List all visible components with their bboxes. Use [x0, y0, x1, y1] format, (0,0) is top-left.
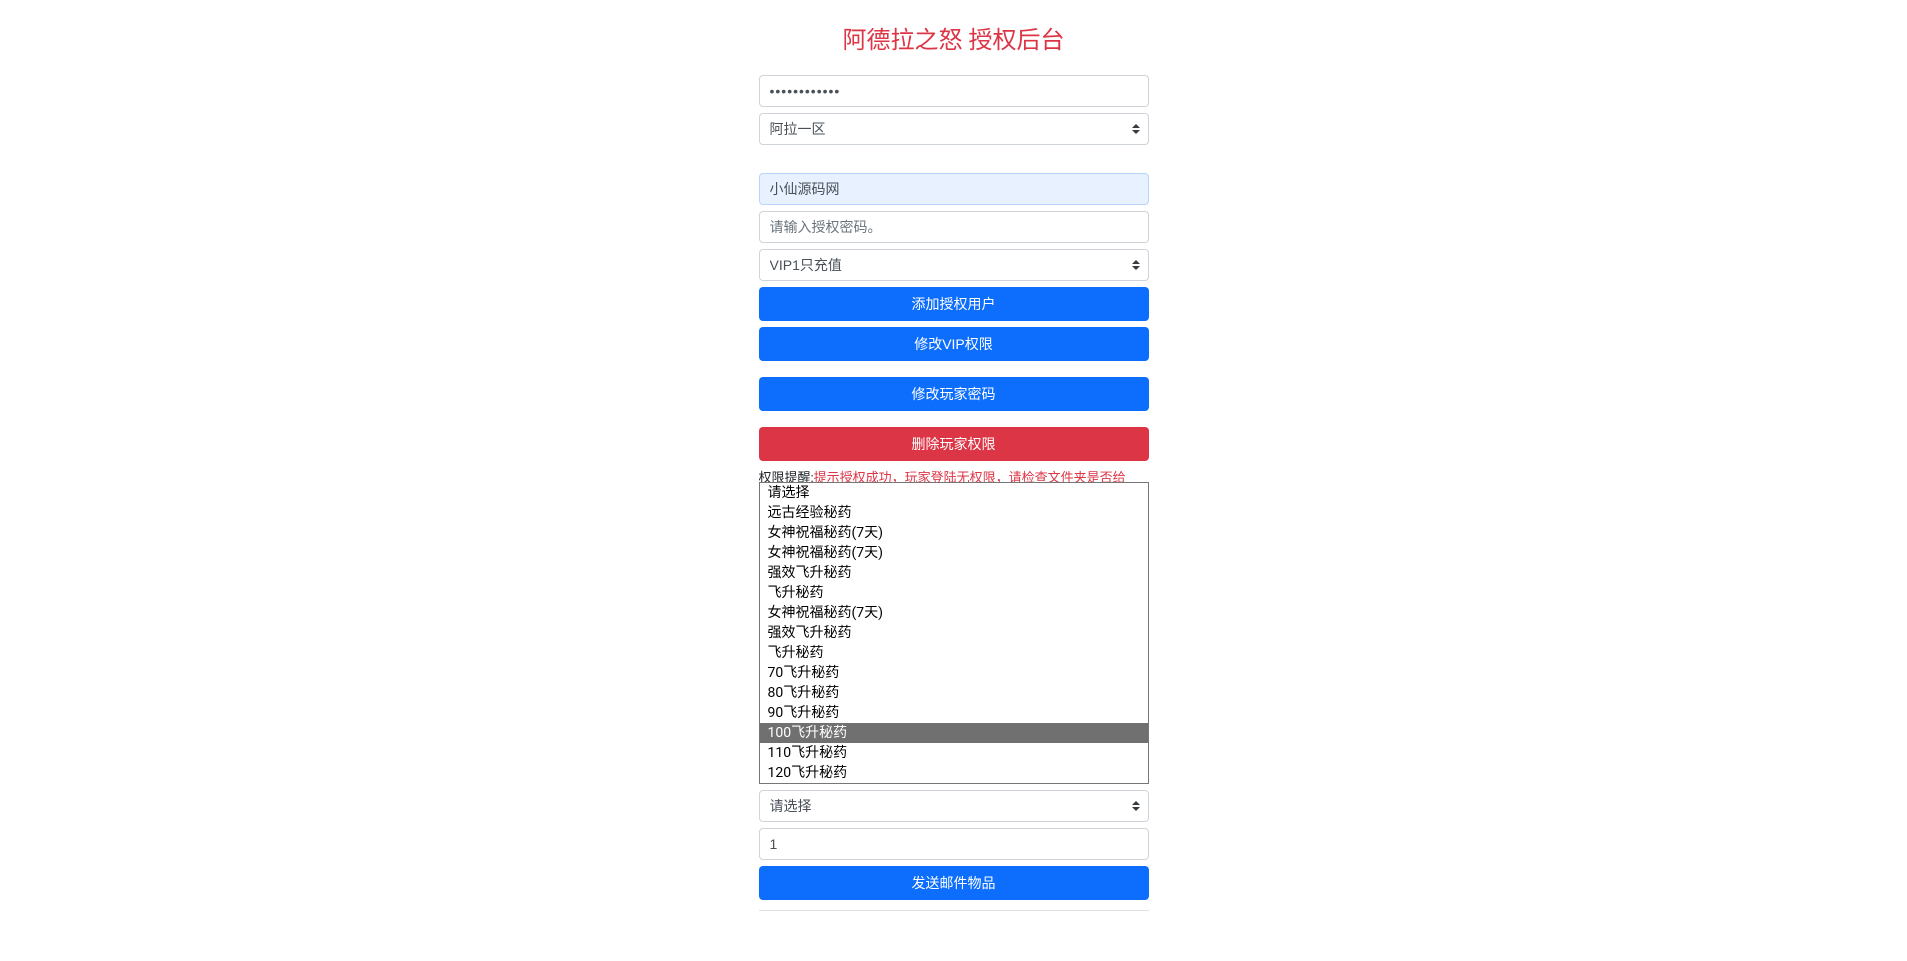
quantity-input[interactable]: [759, 828, 1149, 860]
mail-item-select[interactable]: 请选择: [759, 790, 1149, 822]
dropdown-option[interactable]: 80飞升秘药: [760, 683, 1148, 703]
separator: [759, 910, 1149, 911]
dropdown-option[interactable]: 强效飞升秘药: [760, 563, 1148, 583]
send-mail-item-button[interactable]: 发送邮件物品: [759, 866, 1149, 900]
dropdown-option[interactable]: 强效飞升秘药: [760, 623, 1148, 643]
dropdown-option[interactable]: 女神祝福秘药(7天): [760, 543, 1148, 563]
dropdown-option[interactable]: 女神祝福秘药(7天): [760, 523, 1148, 543]
dropdown-option[interactable]: 110飞升秘药: [760, 743, 1148, 763]
main-container: 阿德拉之怒 授权后台 阿拉一区 VIP1只充值 添加授权用户 修改VIP权限 修…: [759, 0, 1149, 911]
dropdown-option[interactable]: 飞升秘药: [760, 583, 1148, 603]
dropdown-option[interactable]: 请选择: [760, 483, 1148, 503]
dropdown-option[interactable]: 90飞升秘药: [760, 703, 1148, 723]
dropdown-option[interactable]: 120飞升秘药: [760, 763, 1148, 783]
modify-player-password-button[interactable]: 修改玩家密码: [759, 377, 1149, 411]
dropdown-option[interactable]: 飞升秘药: [760, 643, 1148, 663]
item-dropdown-list[interactable]: 请选择远古经验秘药女神祝福秘药(7天)女神祝福秘药(7天)强效飞升秘药飞升秘药女…: [759, 482, 1149, 784]
add-auth-user-button[interactable]: 添加授权用户: [759, 287, 1149, 321]
dropdown-option[interactable]: 远古经验秘药: [760, 503, 1148, 523]
admin-password-input[interactable]: [759, 75, 1149, 107]
page-title: 阿德拉之怒 授权后台: [759, 20, 1149, 55]
delete-player-permission-button[interactable]: 删除玩家权限: [759, 427, 1149, 461]
auth-password-input[interactable]: [759, 211, 1149, 243]
dropdown-option[interactable]: 100飞升秘药: [760, 723, 1148, 743]
dropdown-option[interactable]: 70飞升秘药: [760, 663, 1148, 683]
dropdown-option[interactable]: 女神祝福秘药(7天): [760, 603, 1148, 623]
vip-level-select[interactable]: VIP1只充值: [759, 249, 1149, 281]
modify-vip-button[interactable]: 修改VIP权限: [759, 327, 1149, 361]
region-select[interactable]: 阿拉一区: [759, 113, 1149, 145]
username-input[interactable]: [759, 173, 1149, 205]
